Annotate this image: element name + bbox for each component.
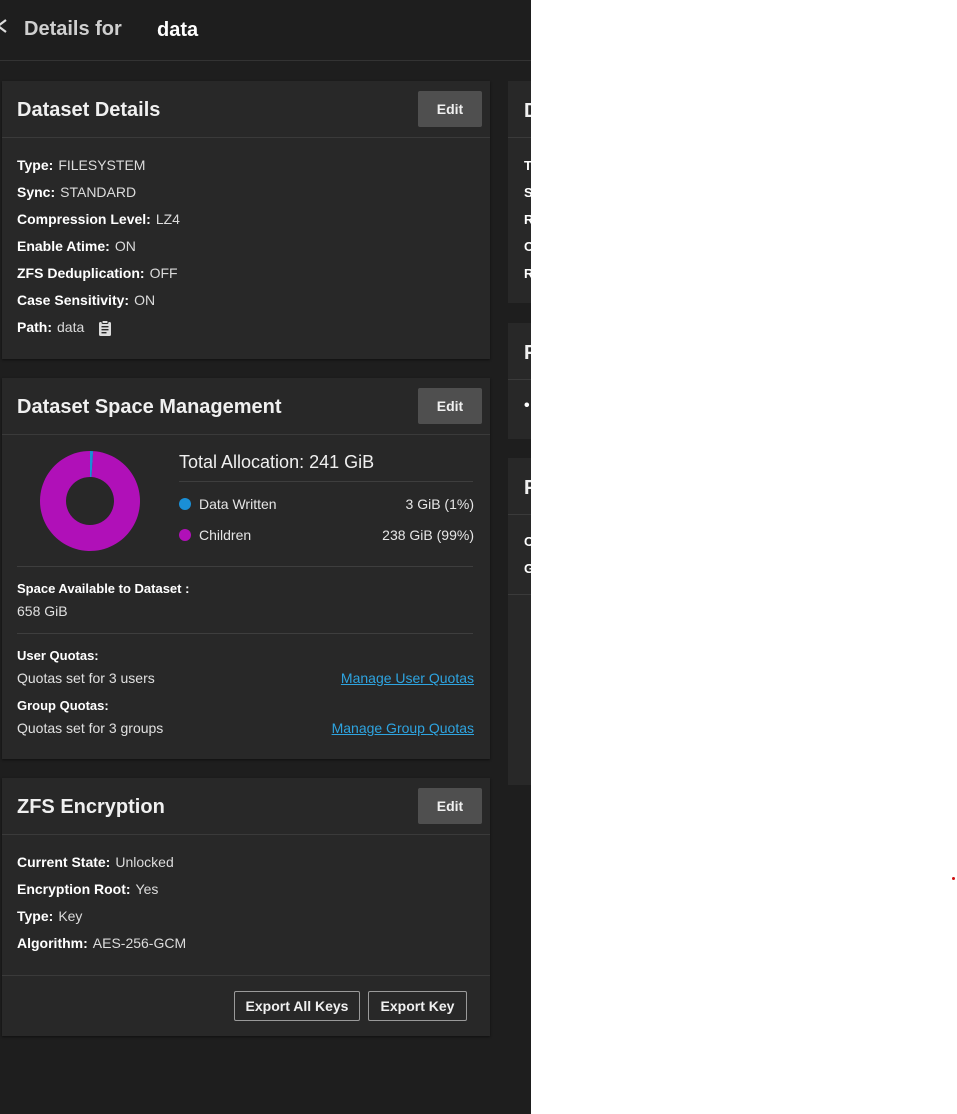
right-card-row: S <box>524 185 531 200</box>
detail-label: Path: <box>17 319 52 335</box>
detail-sync: Sync: STANDARD <box>17 184 136 200</box>
right-card-row: R <box>524 266 531 281</box>
right-card-row: G <box>524 561 531 576</box>
divider <box>508 594 531 595</box>
detail-label: Type: <box>17 157 54 173</box>
export-all-keys-button[interactable]: Export All Keys <box>234 991 360 1021</box>
divider <box>17 633 473 634</box>
detail-value: Yes <box>135 881 159 897</box>
card-title: P <box>524 477 531 499</box>
page-header: Details for data <box>0 0 531 61</box>
detail-type: Type: FILESYSTEM <box>17 157 145 173</box>
edit-encryption-button[interactable]: Edit <box>418 788 482 824</box>
legend-label-data-written: Data Written <box>199 496 277 512</box>
manage-user-quotas-link[interactable]: Manage User Quotas <box>341 670 474 686</box>
legend-value-data-written: 3 GiB (1%) <box>405 496 474 512</box>
detail-value: LZ4 <box>155 211 180 227</box>
legend-dot-children <box>179 529 191 541</box>
detail-path: Path: data <box>17 319 84 335</box>
edit-space-management-button[interactable]: Edit <box>418 388 482 424</box>
right-card-2: P • <box>508 323 531 439</box>
detail-label: ZFS Deduplication: <box>17 265 145 281</box>
detail-value: Unlocked <box>115 854 174 870</box>
legend-dot-data-written <box>179 498 191 510</box>
divider <box>179 481 473 482</box>
detail-value: ON <box>114 238 136 254</box>
detail-label: Type: <box>17 908 54 924</box>
right-card-row: C <box>524 534 531 549</box>
detail-label: Algorithm: <box>17 935 88 951</box>
clipboard-icon[interactable] <box>98 320 112 336</box>
detail-atime: Enable Atime: ON <box>17 238 136 254</box>
detail-case: Case Sensitivity: ON <box>17 292 155 308</box>
right-card-3: P C G <box>508 458 531 785</box>
user-quotas-value: Quotas set for 3 users <box>17 670 155 686</box>
dataset-name: data <box>157 19 199 41</box>
detail-label: Current State: <box>17 854 111 870</box>
space-available-value: 658 GiB <box>17 603 68 619</box>
detail-compression: Compression Level: LZ4 <box>17 211 180 227</box>
divider <box>2 975 490 976</box>
card-title: Dataset Space Management <box>17 396 282 418</box>
encryption-root: Encryption Root: Yes <box>17 881 158 897</box>
divider <box>17 566 473 567</box>
right-card-row: T <box>524 158 531 173</box>
card-title: ZFS Encryption <box>17 796 165 818</box>
detail-value: FILESYSTEM <box>58 157 146 173</box>
group-quotas-value: Quotas set for 3 groups <box>17 720 164 736</box>
page-title: Details for <box>24 18 122 40</box>
right-card-row: C <box>524 239 531 254</box>
encryption-type: Type: Key <box>17 908 82 924</box>
space-available-label: Space Available to Dataset : <box>17 581 190 596</box>
card-title: Dataset Details <box>17 99 161 121</box>
detail-dedup: ZFS Deduplication: OFF <box>17 265 178 281</box>
card-header: Dataset Space Management Edit <box>2 378 490 435</box>
cursor-marker <box>952 877 955 880</box>
total-allocation-label: Total Allocation: <box>179 452 305 472</box>
app-window: Details for data Dataset Details Edit Ty… <box>0 0 531 1114</box>
edit-dataset-details-button[interactable]: Edit <box>418 91 482 127</box>
detail-label: Case Sensitivity: <box>17 292 130 308</box>
detail-label: Sync: <box>17 184 56 200</box>
divider <box>508 514 531 515</box>
legend-value-children: 238 GiB (99%) <box>382 527 474 543</box>
divider <box>508 379 531 380</box>
right-card-row: R <box>524 212 531 227</box>
detail-value: OFF <box>149 265 178 281</box>
detail-value: ON <box>134 292 156 308</box>
allocation-donut-chart <box>39 451 140 551</box>
card-header: Dataset Details Edit <box>2 81 490 138</box>
right-card-1: D T S R C R <box>508 81 531 303</box>
encryption-state: Current State: Unlocked <box>17 854 174 870</box>
card-header: ZFS Encryption Edit <box>2 778 490 835</box>
group-quotas-label: Group Quotas: <box>17 698 109 713</box>
bullet-icon: • <box>524 397 530 414</box>
detail-value: AES-256-GCM <box>92 935 187 951</box>
detail-value: STANDARD <box>60 184 137 200</box>
export-key-button[interactable]: Export Key <box>368 991 467 1021</box>
manage-group-quotas-link[interactable]: Manage Group Quotas <box>332 720 474 736</box>
detail-label: Encryption Root: <box>17 881 131 897</box>
card-title: D <box>524 100 531 123</box>
total-allocation-value: 241 GiB <box>309 452 375 472</box>
detail-value: Key <box>58 908 83 924</box>
legend-label-children: Children <box>199 527 252 543</box>
detail-value: data <box>57 319 85 335</box>
card-title: P <box>524 342 531 364</box>
encryption-algorithm: Algorithm: AES-256-GCM <box>17 935 186 951</box>
back-arrow-icon[interactable] <box>0 14 10 38</box>
total-allocation: Total Allocation: 241 GiB <box>179 452 374 473</box>
user-quotas-label: User Quotas: <box>17 648 99 663</box>
divider <box>508 137 531 138</box>
detail-label: Enable Atime: <box>17 238 110 254</box>
detail-label: Compression Level: <box>17 211 151 227</box>
